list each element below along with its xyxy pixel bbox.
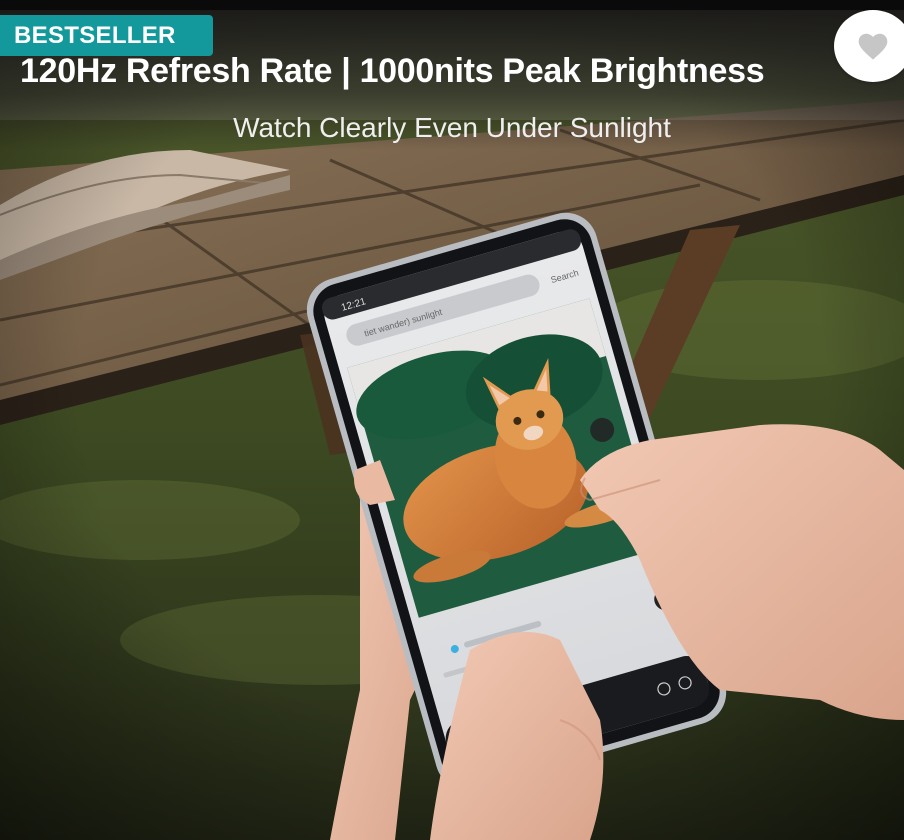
- wishlist-button[interactable]: [834, 10, 904, 82]
- top-bar: [0, 0, 904, 10]
- heart-icon: [858, 33, 888, 60]
- product-image-frame[interactable]: 12:21 tiet wander) sunlight Search 120Hz…: [0, 0, 904, 840]
- bestseller-badge: BESTSELLER: [0, 15, 213, 56]
- subheadline-text: Watch Clearly Even Under Sunlight: [233, 112, 671, 143]
- headline-text: 120Hz Refresh Rate | 1000nits Peak Brigh…: [20, 52, 765, 90]
